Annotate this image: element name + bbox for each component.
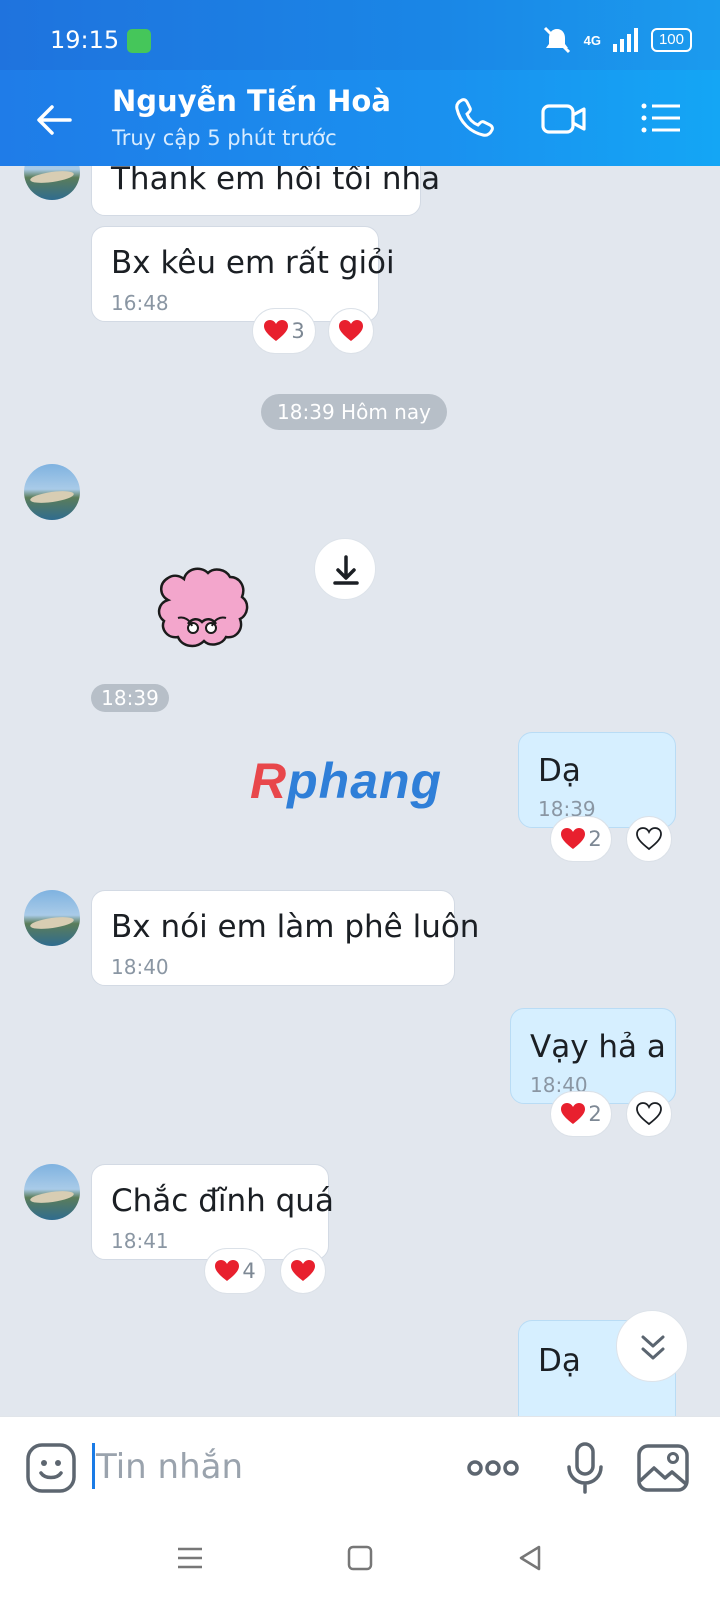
heart-outline-icon bbox=[636, 1102, 662, 1126]
watermark-part: R bbox=[250, 753, 288, 809]
message-time: 18:40 bbox=[111, 955, 169, 979]
heart-outline-icon bbox=[636, 827, 662, 851]
scroll-to-bottom-button[interactable] bbox=[616, 1310, 688, 1382]
last-seen-status: Truy cập 5 phút trước bbox=[112, 126, 337, 150]
heart-icon bbox=[291, 1260, 315, 1281]
message-bubble[interactable]: Bx kêu em rất giỏi 16:48 bbox=[91, 226, 395, 322]
recent-apps-icon[interactable] bbox=[172, 1540, 208, 1576]
message-text: Vạy hả a bbox=[530, 1029, 666, 1065]
watermark-part: phang bbox=[287, 753, 443, 809]
heart-icon bbox=[561, 828, 586, 849]
text-caret bbox=[92, 1443, 95, 1489]
menu-list-icon[interactable] bbox=[636, 94, 684, 142]
message-time: 18:41 bbox=[111, 1229, 169, 1253]
reaction-count: 3 bbox=[291, 319, 305, 343]
emoji-icon[interactable] bbox=[24, 1441, 78, 1495]
heart-icon bbox=[561, 1103, 586, 1124]
message-text: Dạ bbox=[538, 1343, 581, 1379]
microphone-icon[interactable] bbox=[558, 1441, 612, 1495]
reaction-summary[interactable]: 2 bbox=[550, 816, 612, 862]
react-button[interactable] bbox=[328, 308, 374, 354]
message-text: Dạ bbox=[538, 753, 581, 789]
silent-bell-icon bbox=[543, 26, 570, 54]
back-arrow-icon[interactable] bbox=[34, 100, 74, 140]
reaction-count: 4 bbox=[242, 1259, 256, 1283]
system-nav-bar bbox=[0, 1518, 720, 1600]
phone-icon[interactable] bbox=[450, 94, 498, 142]
avatar[interactable] bbox=[24, 890, 80, 946]
reaction-summary[interactable]: 4 bbox=[204, 1248, 266, 1294]
reaction-summary[interactable]: 3 bbox=[252, 308, 316, 354]
battery-indicator: 100 bbox=[650, 28, 692, 52]
signal-icon bbox=[612, 28, 638, 52]
heart-icon bbox=[339, 320, 363, 341]
message-time: 16:48 bbox=[111, 291, 169, 315]
message-bubble[interactable]: Bx nói em làm phê luôn 18:40 bbox=[91, 890, 479, 986]
chat-area[interactable]: Thank em hồi tối nha Bx kêu em rất giỏi … bbox=[0, 166, 720, 1416]
message-bubble[interactable]: Thank em hồi tối nha bbox=[91, 166, 440, 216]
chevron-double-down-icon bbox=[641, 1335, 665, 1360]
chat-header: Nguyễn Tiến Hoà Truy cập 5 phút trước bbox=[0, 70, 720, 166]
message-input[interactable]: Tin nhắn bbox=[96, 1447, 243, 1487]
sticker-image[interactable] bbox=[148, 560, 256, 670]
video-call-icon[interactable] bbox=[540, 94, 588, 142]
my-message-bubble[interactable]: Vạy hả a 18:40 bbox=[510, 1008, 676, 1104]
react-button[interactable] bbox=[280, 1248, 326, 1294]
avatar[interactable] bbox=[24, 1164, 80, 1220]
status-time: 19:15 bbox=[50, 26, 120, 54]
message-text: Thank em hồi tối nha bbox=[111, 166, 441, 197]
reaction-count: 2 bbox=[588, 827, 602, 851]
status-indicators: 4G 100 bbox=[542, 26, 692, 54]
message-text: Chắc đĩnh quá bbox=[111, 1183, 334, 1219]
status-bar: 19:15 4G 100 bbox=[0, 0, 720, 70]
app-notification-icon bbox=[127, 29, 151, 53]
message-text: Bx kêu em rất giỏi bbox=[111, 245, 395, 281]
contact-name[interactable]: Nguyễn Tiến Hoà bbox=[112, 84, 391, 118]
my-message-bubble[interactable]: Dạ 18:39 bbox=[518, 732, 676, 828]
avatar[interactable] bbox=[24, 166, 80, 200]
date-divider: 18:39 Hôm nay bbox=[261, 394, 447, 430]
reaction-summary[interactable]: 2 bbox=[550, 1091, 612, 1137]
react-button[interactable] bbox=[626, 1091, 672, 1137]
message-text: Bx nói em làm phê luôn bbox=[111, 909, 480, 945]
reaction-count: 2 bbox=[588, 1102, 602, 1126]
avatar[interactable] bbox=[24, 464, 80, 520]
download-button[interactable] bbox=[314, 538, 376, 600]
message-input-bar: Tin nhắn bbox=[0, 1416, 720, 1518]
heart-icon bbox=[264, 320, 289, 341]
download-icon bbox=[333, 555, 359, 585]
home-icon[interactable] bbox=[342, 1540, 378, 1576]
react-button[interactable] bbox=[626, 816, 672, 862]
watermark-logo: Rphang bbox=[250, 752, 442, 810]
image-icon[interactable] bbox=[636, 1441, 690, 1495]
more-dots-icon[interactable] bbox=[466, 1441, 520, 1495]
back-nav-icon[interactable] bbox=[512, 1540, 548, 1576]
network-type: 4G bbox=[583, 32, 601, 48]
sticker-time: 18:39 bbox=[91, 684, 169, 712]
heart-icon bbox=[215, 1260, 240, 1281]
message-bubble[interactable]: Chắc đĩnh quá 18:41 bbox=[91, 1164, 334, 1260]
